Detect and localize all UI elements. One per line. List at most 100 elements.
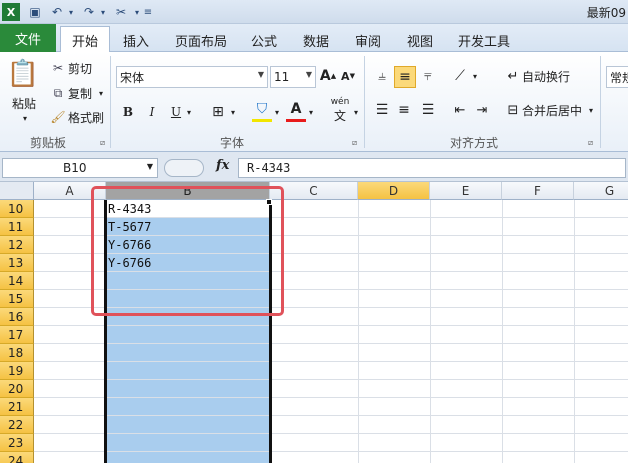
customize-qat-icon[interactable]: ≡ bbox=[142, 3, 154, 21]
row-header[interactable]: 17 bbox=[0, 326, 34, 344]
row-header[interactable]: 15 bbox=[0, 290, 34, 308]
wrap-text-button[interactable]: 自动换行 bbox=[522, 66, 578, 86]
column-header-e[interactable]: E bbox=[430, 182, 502, 200]
cut-button[interactable]: 剪切 bbox=[68, 60, 98, 76]
align-middle-icon[interactable]: ≡ bbox=[394, 66, 416, 88]
ribbon-home: 📋 粘贴 ▾ ✂ 剪切 ⧉ 复制 ▾ 🖌 格式刷 剪贴板 ⧄ 宋体 ▼ 11 ▼… bbox=[0, 52, 628, 152]
align-left-icon[interactable]: ☰ bbox=[372, 100, 392, 120]
row-header[interactable]: 13 bbox=[0, 254, 34, 272]
undo-icon[interactable]: ↶ bbox=[48, 3, 66, 21]
column-header-f[interactable]: F bbox=[502, 182, 574, 200]
redo-dropdown-icon[interactable]: ▾ bbox=[98, 3, 108, 21]
decrease-indent-icon[interactable]: ⇤ bbox=[450, 100, 470, 120]
borders-icon[interactable]: ⊞ bbox=[208, 102, 228, 122]
row-header[interactable]: 16 bbox=[0, 308, 34, 326]
italic-button[interactable]: I bbox=[144, 102, 160, 122]
font-color-dropdown-icon[interactable]: ▾ bbox=[306, 102, 316, 122]
align-top-icon[interactable]: ⫨ bbox=[372, 66, 392, 86]
select-all-corner[interactable] bbox=[0, 182, 34, 200]
group-divider bbox=[600, 56, 601, 148]
font-name-select[interactable]: 宋体 ▼ bbox=[116, 66, 268, 88]
merge-center-button[interactable]: 合并后居中 bbox=[522, 100, 586, 120]
paste-button[interactable]: 粘贴 bbox=[6, 94, 42, 112]
tab-data[interactable]: 数据 bbox=[296, 28, 336, 52]
grow-font-icon[interactable]: A ▲ bbox=[320, 66, 336, 86]
alignment-launcher-icon[interactable]: ⧄ bbox=[588, 138, 593, 148]
align-right-icon[interactable]: ☰ bbox=[418, 100, 438, 120]
merge-dropdown-icon[interactable]: ▾ bbox=[586, 100, 596, 120]
formula-bar-resize-handle[interactable] bbox=[164, 159, 204, 177]
paste-dropdown-icon[interactable]: ▾ bbox=[20, 112, 30, 124]
font-size-select[interactable]: 11 ▼ bbox=[270, 66, 316, 88]
tools-icon[interactable]: ✂ bbox=[112, 3, 130, 21]
tab-view[interactable]: 视图 bbox=[400, 28, 440, 52]
group-divider bbox=[364, 56, 365, 148]
row-header[interactable]: 24 bbox=[0, 452, 34, 463]
row-header[interactable]: 10 bbox=[0, 200, 34, 218]
wrap-text-icon[interactable]: ↵ bbox=[504, 66, 522, 86]
window-title: 最新09 bbox=[586, 6, 626, 20]
title-bar: X ▣ ↶ ▾ ↷ ▾ ✂ ▾ ≡ 最新09 bbox=[0, 0, 628, 24]
font-launcher-icon[interactable]: ⧄ bbox=[352, 138, 357, 148]
row-header[interactable]: 23 bbox=[0, 434, 34, 452]
phonetic-guide-button[interactable]: wén 文 bbox=[328, 96, 352, 123]
row-header[interactable]: 20 bbox=[0, 380, 34, 398]
clipboard-launcher-icon[interactable]: ⧄ bbox=[100, 138, 105, 148]
excel-app-icon[interactable]: X bbox=[2, 3, 20, 21]
undo-dropdown-icon[interactable]: ▾ bbox=[66, 3, 76, 21]
highlight-annotation-box bbox=[91, 186, 284, 316]
orientation-dropdown-icon[interactable]: ▾ bbox=[470, 66, 480, 86]
format-painter-icon[interactable]: 🖌 bbox=[50, 109, 66, 125]
name-box[interactable]: B10 ▼ bbox=[2, 158, 158, 178]
tab-page-layout[interactable]: 页面布局 bbox=[168, 28, 234, 52]
font-color-icon[interactable]: A bbox=[286, 98, 306, 122]
name-box-value: B10 bbox=[63, 161, 87, 175]
tab-home[interactable]: 开始 bbox=[60, 26, 110, 53]
formula-input[interactable]: R-4343 bbox=[238, 158, 626, 178]
row-header[interactable]: 19 bbox=[0, 362, 34, 380]
insert-function-icon[interactable]: fx bbox=[216, 158, 229, 173]
underline-dropdown-icon[interactable]: ▾ bbox=[184, 102, 194, 122]
fill-color-dropdown-icon[interactable]: ▾ bbox=[272, 102, 282, 122]
column-header-g[interactable]: G bbox=[574, 182, 628, 200]
gridline bbox=[430, 200, 431, 463]
tab-review[interactable]: 审阅 bbox=[348, 28, 388, 52]
copy-dropdown-icon[interactable]: ▾ bbox=[96, 85, 106, 101]
tab-developer[interactable]: 开发工具 bbox=[452, 28, 516, 52]
worksheet-grid[interactable]: A B C D E F G 10 11 12 13 14 15 16 17 18 19 20 21 22… bbox=[0, 182, 628, 463]
underline-button[interactable]: U bbox=[168, 102, 184, 122]
font-size-value: 11 bbox=[274, 70, 290, 84]
paste-icon[interactable]: 📋 bbox=[7, 56, 39, 92]
copy-button[interactable]: 复制 bbox=[68, 85, 98, 101]
row-header[interactable]: 14 bbox=[0, 272, 34, 290]
row-header[interactable]: 18 bbox=[0, 344, 34, 362]
cut-icon[interactable]: ✂ bbox=[50, 60, 66, 76]
redo-icon[interactable]: ↷ bbox=[80, 3, 98, 21]
copy-icon[interactable]: ⧉ bbox=[50, 85, 66, 101]
format-painter-button[interactable]: 格式刷 bbox=[68, 109, 108, 125]
column-header-d[interactable]: D bbox=[358, 182, 430, 200]
row-header[interactable]: 21 bbox=[0, 398, 34, 416]
tab-file[interactable]: 文件 bbox=[0, 24, 56, 52]
align-center-icon[interactable]: ≡ bbox=[394, 100, 414, 120]
merge-center-icon[interactable]: ⊟ bbox=[504, 100, 522, 120]
row-header[interactable]: 11 bbox=[0, 218, 34, 236]
row-header[interactable]: 22 bbox=[0, 416, 34, 434]
ribbon-tabs: 文件 开始 插入 页面布局 公式 数据 审阅 视图 开发工具 bbox=[0, 24, 628, 53]
tools-dropdown-icon[interactable]: ▾ bbox=[132, 3, 142, 21]
fill-color-icon[interactable]: ⛉ bbox=[252, 98, 272, 122]
save-icon[interactable]: ▣ bbox=[26, 3, 44, 21]
row-header[interactable]: 12 bbox=[0, 236, 34, 254]
increase-indent-icon[interactable]: ⇥ bbox=[472, 100, 492, 120]
orientation-icon[interactable]: ⟋ bbox=[450, 66, 470, 86]
number-format-select[interactable]: 常规 bbox=[606, 66, 628, 88]
phonetic-guide-label: wén bbox=[330, 96, 350, 107]
align-bottom-icon[interactable]: ⫧ bbox=[418, 66, 438, 86]
shrink-font-icon[interactable]: A ▼ bbox=[340, 66, 356, 86]
bold-button[interactable]: B bbox=[120, 102, 136, 122]
tab-insert[interactable]: 插入 bbox=[114, 28, 158, 52]
tab-formulas[interactable]: 公式 bbox=[244, 28, 284, 52]
borders-dropdown-icon[interactable]: ▾ bbox=[228, 102, 238, 122]
phonetic-dropdown-icon[interactable]: ▾ bbox=[352, 102, 360, 122]
font-group-label: 字体 bbox=[219, 136, 244, 150]
